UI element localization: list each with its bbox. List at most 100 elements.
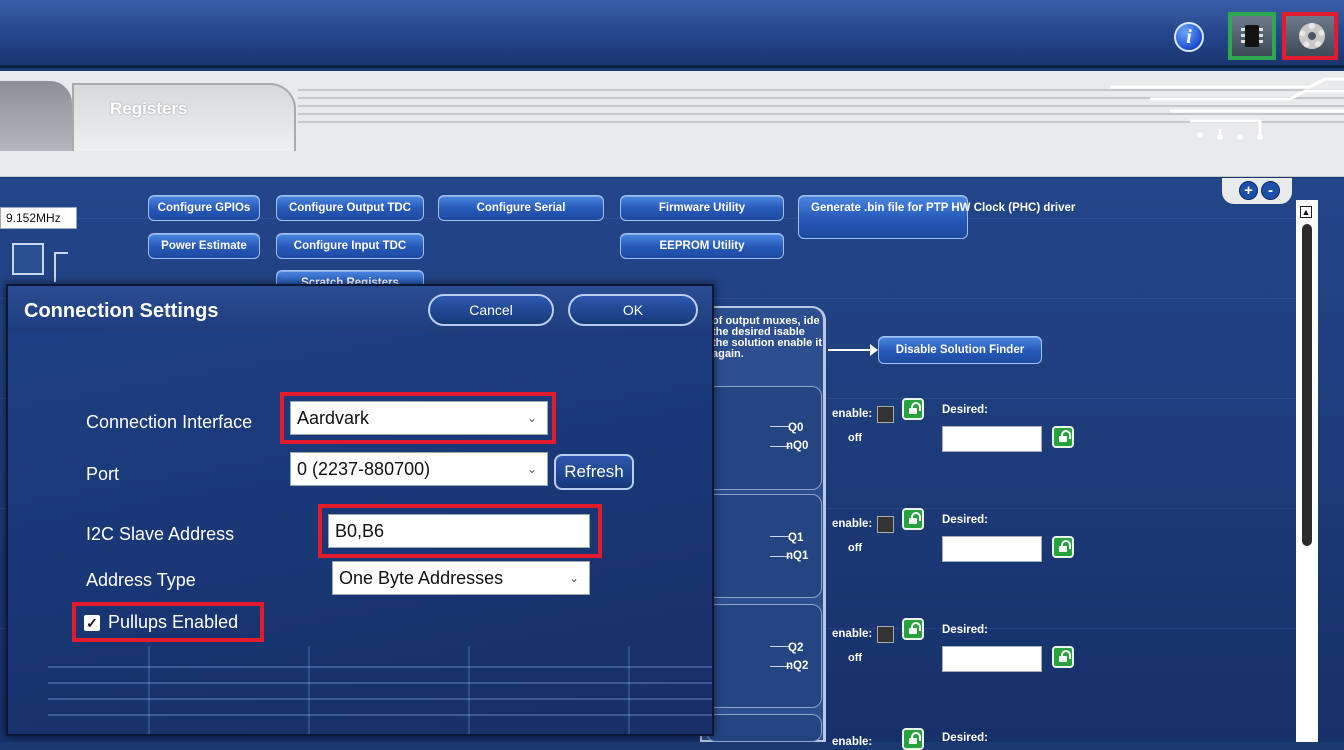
lock-icon[interactable] bbox=[902, 398, 924, 420]
firmware-utility-button[interactable]: Firmware Utility bbox=[620, 195, 784, 221]
decoration-line bbox=[468, 646, 470, 734]
refresh-button[interactable]: Refresh bbox=[554, 454, 634, 490]
lock-icon[interactable] bbox=[1052, 646, 1074, 668]
port-value: 0 (2237-880700) bbox=[297, 459, 431, 479]
chip-pin bbox=[1259, 40, 1263, 43]
desired-frequency-input[interactable] bbox=[942, 536, 1042, 562]
desired-label: Desired: bbox=[942, 732, 989, 744]
signal-line bbox=[770, 646, 790, 647]
enable-label: enable: bbox=[832, 628, 873, 640]
disable-solution-finder-button[interactable]: Disable Solution Finder bbox=[878, 336, 1042, 364]
lock-icon[interactable] bbox=[902, 508, 924, 530]
configure-input-tdc-button[interactable]: Configure Input TDC bbox=[276, 233, 424, 259]
lock-icon[interactable] bbox=[902, 618, 924, 640]
power-estimate-button[interactable]: Power Estimate bbox=[148, 233, 260, 259]
configure-output-tdc-button[interactable]: Configure Output TDC bbox=[276, 195, 424, 221]
nq0-label: nQ0 bbox=[786, 440, 809, 452]
pullups-label: Pullups Enabled bbox=[108, 612, 239, 632]
nq2-label: nQ2 bbox=[786, 660, 809, 672]
signal-line bbox=[770, 426, 790, 427]
info-icon[interactable]: i bbox=[1174, 22, 1204, 52]
desired-label: Desired: bbox=[942, 514, 989, 526]
tab-previous[interactable] bbox=[0, 81, 72, 151]
dialog-title: Connection Settings bbox=[24, 300, 219, 322]
desired-label: Desired: bbox=[942, 624, 989, 636]
scroll-thumb[interactable] bbox=[1302, 224, 1312, 546]
tab-registers[interactable]: Registers bbox=[72, 83, 296, 151]
connection-interface-label: Connection Interface bbox=[86, 412, 253, 432]
address-type-select[interactable]: One Byte Addresses ⌄ bbox=[332, 561, 590, 595]
arrow-line bbox=[828, 349, 876, 351]
enable-checkbox[interactable] bbox=[877, 516, 894, 533]
generate-bin-button[interactable]: Generate .bin file for PTP HW Clock (PHC… bbox=[798, 195, 1075, 239]
top-bar: i bbox=[0, 0, 1344, 68]
zoom-controls: + - bbox=[1222, 178, 1292, 204]
chevron-down-icon: ⌄ bbox=[526, 411, 537, 425]
output-mux-block[interactable] bbox=[706, 494, 822, 598]
decoration-line bbox=[628, 646, 630, 734]
chip-pin bbox=[1259, 28, 1263, 31]
circuit-decoration bbox=[1110, 77, 1344, 140]
decoration-line bbox=[308, 646, 310, 734]
output-mux-block[interactable] bbox=[706, 714, 822, 742]
tab-strip: Registers bbox=[0, 71, 1344, 151]
output-mux-block[interactable] bbox=[706, 604, 822, 708]
enable-label: enable: bbox=[832, 408, 873, 420]
signal-line bbox=[770, 536, 790, 537]
configure-serial-button[interactable]: Configure Serial bbox=[438, 195, 604, 221]
scroll-up-arrow-icon[interactable]: ▲ bbox=[1300, 206, 1312, 218]
output-mux-block[interactable] bbox=[706, 386, 822, 490]
lock-icon[interactable] bbox=[1052, 536, 1074, 558]
i2c-slave-address-value: B0,B6 bbox=[335, 521, 385, 541]
desired-frequency-input[interactable] bbox=[942, 646, 1042, 672]
vertical-scrollbar[interactable]: ▲ bbox=[1296, 200, 1318, 742]
frequency-display: 9.152MHz bbox=[0, 207, 77, 229]
gear-icon bbox=[1299, 23, 1325, 49]
configure-gpios-button[interactable]: Configure GPIOs bbox=[148, 195, 260, 221]
clock-wave-icon bbox=[54, 252, 68, 282]
desired-frequency-input[interactable] bbox=[942, 426, 1042, 452]
device-chip-button[interactable] bbox=[1228, 12, 1276, 60]
lock-icon[interactable] bbox=[902, 728, 924, 750]
port-select[interactable]: 0 (2237-880700) ⌄ bbox=[290, 452, 548, 486]
ok-button[interactable]: OK bbox=[568, 294, 698, 326]
port-label: Port bbox=[86, 464, 120, 484]
lock-icon[interactable] bbox=[1052, 426, 1074, 448]
off-label: off bbox=[848, 542, 863, 554]
connection-interface-select[interactable]: Aardvark ⌄ bbox=[290, 401, 548, 435]
enable-checkbox[interactable] bbox=[877, 626, 894, 643]
chevron-down-icon: ⌄ bbox=[526, 462, 537, 476]
toolbar-strip bbox=[0, 151, 1344, 177]
q0-label: Q0 bbox=[788, 422, 804, 434]
connection-settings-dialog: Connection Settings Cancel OK Connection… bbox=[6, 284, 714, 736]
arrow-head-icon bbox=[870, 344, 878, 356]
enable-label: enable: bbox=[832, 518, 873, 530]
pullups-checkbox[interactable]: ✓ bbox=[84, 615, 100, 631]
zoom-out-button[interactable]: - bbox=[1261, 181, 1280, 200]
off-label: off bbox=[848, 652, 863, 664]
solution-finder-text: of output muxes, ide the desired isable … bbox=[712, 315, 823, 360]
i2c-slave-address-input[interactable]: B0,B6 bbox=[328, 514, 590, 548]
q2-label: Q2 bbox=[788, 642, 804, 654]
cancel-button[interactable]: Cancel bbox=[428, 294, 554, 326]
i2c-slave-address-label: I2C Slave Address bbox=[86, 524, 235, 544]
tab-registers-label: Registers bbox=[110, 99, 188, 118]
address-type-label: Address Type bbox=[86, 570, 196, 590]
enable-label: enable: bbox=[832, 736, 873, 748]
enable-checkbox[interactable] bbox=[877, 406, 894, 423]
nq1-label: nQ1 bbox=[786, 550, 809, 562]
chip-icon bbox=[1245, 25, 1259, 47]
off-label: off bbox=[848, 432, 863, 444]
desired-label: Desired: bbox=[942, 404, 989, 416]
zoom-in-button[interactable]: + bbox=[1239, 181, 1258, 200]
eeprom-utility-button[interactable]: EEPROM Utility bbox=[620, 233, 784, 259]
chip-pin bbox=[1241, 28, 1245, 31]
settings-gear-button[interactable] bbox=[1282, 12, 1338, 60]
connection-interface-value: Aardvark bbox=[297, 408, 370, 428]
decoration-line bbox=[148, 646, 150, 734]
q1-label: Q1 bbox=[788, 532, 804, 544]
dialog-header: Connection Settings Cancel OK bbox=[8, 286, 712, 332]
input-block[interactable] bbox=[12, 243, 44, 275]
address-type-value: One Byte Addresses bbox=[339, 568, 504, 588]
chevron-down-icon: ⌄ bbox=[568, 571, 579, 585]
